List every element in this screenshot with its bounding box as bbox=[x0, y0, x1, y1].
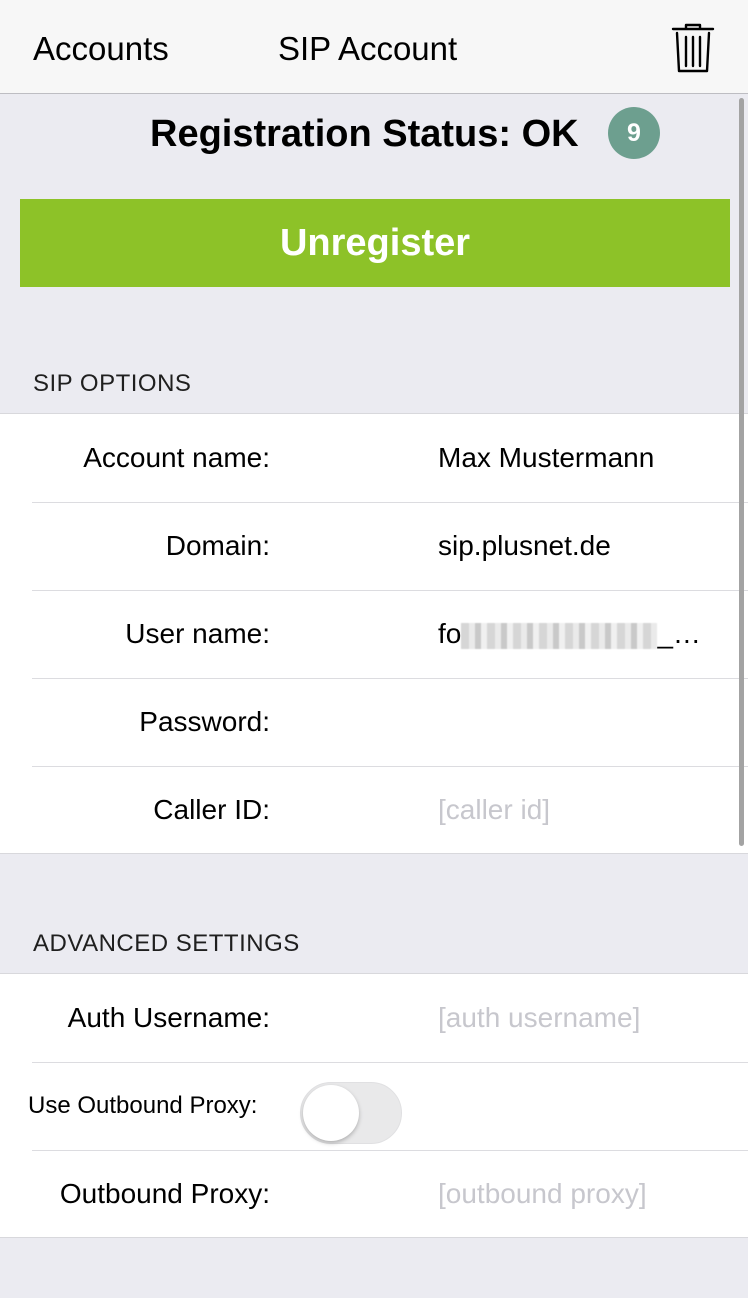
sip-options-header: SIP OPTIONS bbox=[33, 370, 192, 397]
outbound-proxy-row[interactable]: Outbound Proxy: [outbound proxy] bbox=[0, 1150, 748, 1238]
password-field[interactable] bbox=[438, 678, 728, 766]
redacted-text bbox=[461, 622, 658, 649]
user-name-row[interactable]: User name: fo _… bbox=[0, 590, 748, 678]
user-name-label: User name: bbox=[125, 618, 270, 649]
sip-options-group: Account name: Max Mustermann Domain: sip… bbox=[0, 413, 748, 854]
back-to-accounts-button[interactable]: Accounts bbox=[33, 30, 169, 68]
trash-icon[interactable] bbox=[670, 22, 716, 74]
password-label: Password: bbox=[139, 706, 270, 737]
registration-status: Registration Status: OK 9 bbox=[0, 107, 748, 159]
account-name-row[interactable]: Account name: Max Mustermann bbox=[0, 414, 748, 502]
use-outbound-proxy-label: Use Outbound Proxy: bbox=[28, 1092, 258, 1119]
user-name-field[interactable]: fo _… bbox=[438, 590, 728, 678]
advanced-settings-group: Auth Username: [auth username] Use Outbo… bbox=[0, 973, 748, 1238]
outbound-proxy-label: Outbound Proxy: bbox=[59, 1178, 270, 1209]
outbound-proxy-field[interactable]: [outbound proxy] bbox=[438, 1150, 728, 1238]
domain-row[interactable]: Domain: sip.plusnet.de bbox=[0, 502, 748, 590]
use-outbound-proxy-row: Use Outbound Proxy: bbox=[0, 1062, 748, 1150]
unregister-button[interactable]: Unregister bbox=[20, 199, 730, 287]
user-name-prefix: fo bbox=[438, 618, 462, 649]
scrollbar[interactable] bbox=[739, 98, 744, 846]
auth-username-label: Auth Username: bbox=[67, 1002, 270, 1033]
domain-field[interactable]: sip.plusnet.de bbox=[438, 502, 728, 590]
caller-id-row[interactable]: Caller ID: [caller id] bbox=[0, 766, 748, 854]
domain-label: Domain: bbox=[165, 530, 270, 561]
caller-id-label: Caller ID: bbox=[153, 794, 270, 825]
account-name-label: Account name: bbox=[83, 442, 270, 473]
user-name-suffix: _… bbox=[657, 618, 701, 649]
navigation-bar: Accounts SIP Account bbox=[0, 0, 748, 94]
page-title: SIP Account bbox=[278, 30, 458, 67]
outbound-proxy-toggle[interactable] bbox=[300, 1082, 402, 1144]
advanced-settings-header: ADVANCED SETTINGS bbox=[33, 930, 300, 957]
account-name-field[interactable]: Max Mustermann bbox=[438, 414, 728, 502]
auth-username-row[interactable]: Auth Username: [auth username] bbox=[0, 974, 748, 1062]
auth-username-field[interactable]: [auth username] bbox=[438, 974, 728, 1062]
password-row[interactable]: Password: bbox=[0, 678, 748, 766]
status-badge: 9 bbox=[608, 107, 660, 159]
registration-status-text: Registration Status: OK bbox=[150, 113, 579, 155]
toggle-knob bbox=[303, 1085, 359, 1141]
caller-id-field[interactable]: [caller id] bbox=[438, 766, 728, 854]
